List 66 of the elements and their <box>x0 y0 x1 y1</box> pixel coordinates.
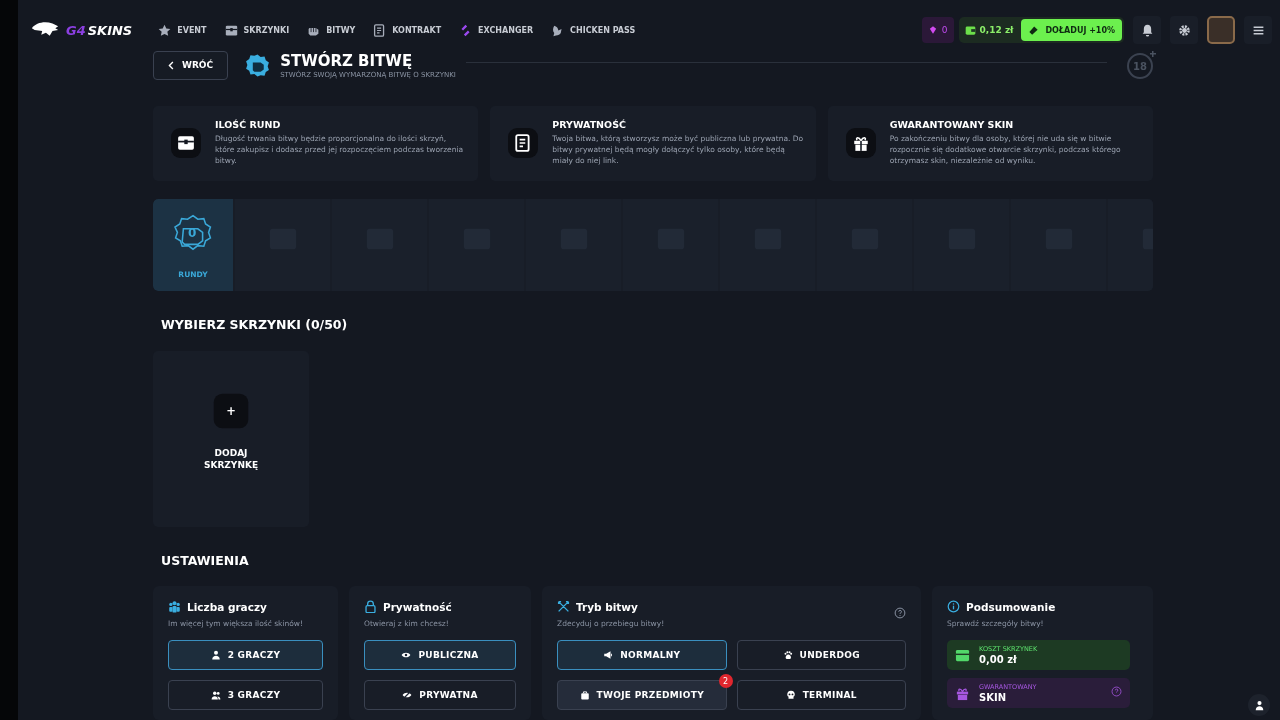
nav-link[interactable]: EXCHANGER <box>459 23 534 37</box>
summary-value: SKIN <box>979 692 1008 703</box>
crossed-swords-icon <box>557 600 570 613</box>
document-icon <box>373 23 387 37</box>
back-button[interactable]: WRÓĆ <box>153 50 229 80</box>
option-button[interactable]: 3 GRACZY <box>168 680 323 710</box>
gem-icon <box>927 25 938 35</box>
paw-icon <box>782 650 793 660</box>
nav-link[interactable]: KONTRAKT <box>373 23 442 37</box>
people-icon <box>210 690 221 700</box>
nav-link[interactable]: EVENT <box>158 23 207 37</box>
panel-title: Liczba graczy <box>187 600 267 613</box>
help-icon <box>894 607 906 619</box>
option-button[interactable]: 2 GRACZY <box>168 640 323 670</box>
lock-icon <box>364 600 377 613</box>
person-icon <box>210 650 221 660</box>
plus-button[interactable]: + <box>213 393 249 429</box>
info-title: ILOŚĆ RUND <box>215 119 282 130</box>
info-icon <box>947 600 960 613</box>
person-icon <box>1253 699 1265 711</box>
wallet-icon <box>964 24 976 36</box>
card-icon <box>1028 24 1040 36</box>
deposit-button[interactable]: DOŁADUJ +10% <box>1021 19 1122 41</box>
skull-icon <box>785 690 796 700</box>
panel-title: Prywatność <box>383 600 452 613</box>
section-title: WYBIERZ SKRZYNKI (0/50) <box>161 317 349 332</box>
option-button[interactable]: UNDERDOG <box>736 640 906 670</box>
info-title: GWARANTOWANY SKIN <box>889 119 1015 130</box>
notifications-button[interactable] <box>1133 16 1161 44</box>
panel-title: Podsumowanie <box>966 600 1056 613</box>
avatar[interactable] <box>1207 16 1235 44</box>
summary-value: 0,00 zł <box>979 654 1018 665</box>
people-icon <box>168 600 181 613</box>
add-case-label: DODAJ SKRZYNKĘ <box>202 447 260 471</box>
page-title: STWÓRZ BITWĘ <box>280 51 414 70</box>
info-title: PRYWATNOŚĆ <box>552 119 627 130</box>
bag-icon <box>579 690 590 700</box>
add-case-card[interactable]: + DODAJ SKRZYNKĘ <box>153 351 309 527</box>
menu-button[interactable] <box>1244 16 1272 44</box>
star-icon <box>158 23 172 37</box>
support-button[interactable] <box>1248 694 1270 716</box>
nav-link[interactable]: SKRZYNKI <box>224 23 290 37</box>
gems-button[interactable]: 0 <box>921 17 954 43</box>
settings-icon <box>1177 23 1191 37</box>
balance-text: 0,12 zł <box>960 24 1018 36</box>
eye-off-icon <box>402 690 413 700</box>
option-button[interactable]: NORMALNY <box>557 640 727 670</box>
chevron-left-icon <box>168 59 175 71</box>
nav-link[interactable]: CHICKEN PASS <box>551 23 636 37</box>
help-icon <box>1111 686 1122 697</box>
section-title: USTAWIENIA <box>161 553 250 568</box>
age-rating-badge: 18 <box>1127 53 1153 79</box>
panel-title: Tryb bitwy <box>576 600 638 613</box>
gift-icon <box>955 685 970 701</box>
option-button[interactable]: PUBLICZNA <box>364 640 516 670</box>
option-button[interactable]: PRYWATNA <box>364 680 516 710</box>
settings-button[interactable] <box>1170 16 1198 44</box>
fist-icon <box>245 52 271 78</box>
bell-icon <box>1140 23 1154 37</box>
nav-link[interactable]: BITWY <box>307 23 356 37</box>
logo[interactable]: G4 SKINS <box>30 20 133 40</box>
option-button[interactable]: TERMINAL <box>736 680 906 710</box>
count-badge: 2 <box>718 674 733 688</box>
eye-icon <box>401 650 412 660</box>
megaphone-icon <box>603 650 614 660</box>
document-icon <box>514 133 533 152</box>
